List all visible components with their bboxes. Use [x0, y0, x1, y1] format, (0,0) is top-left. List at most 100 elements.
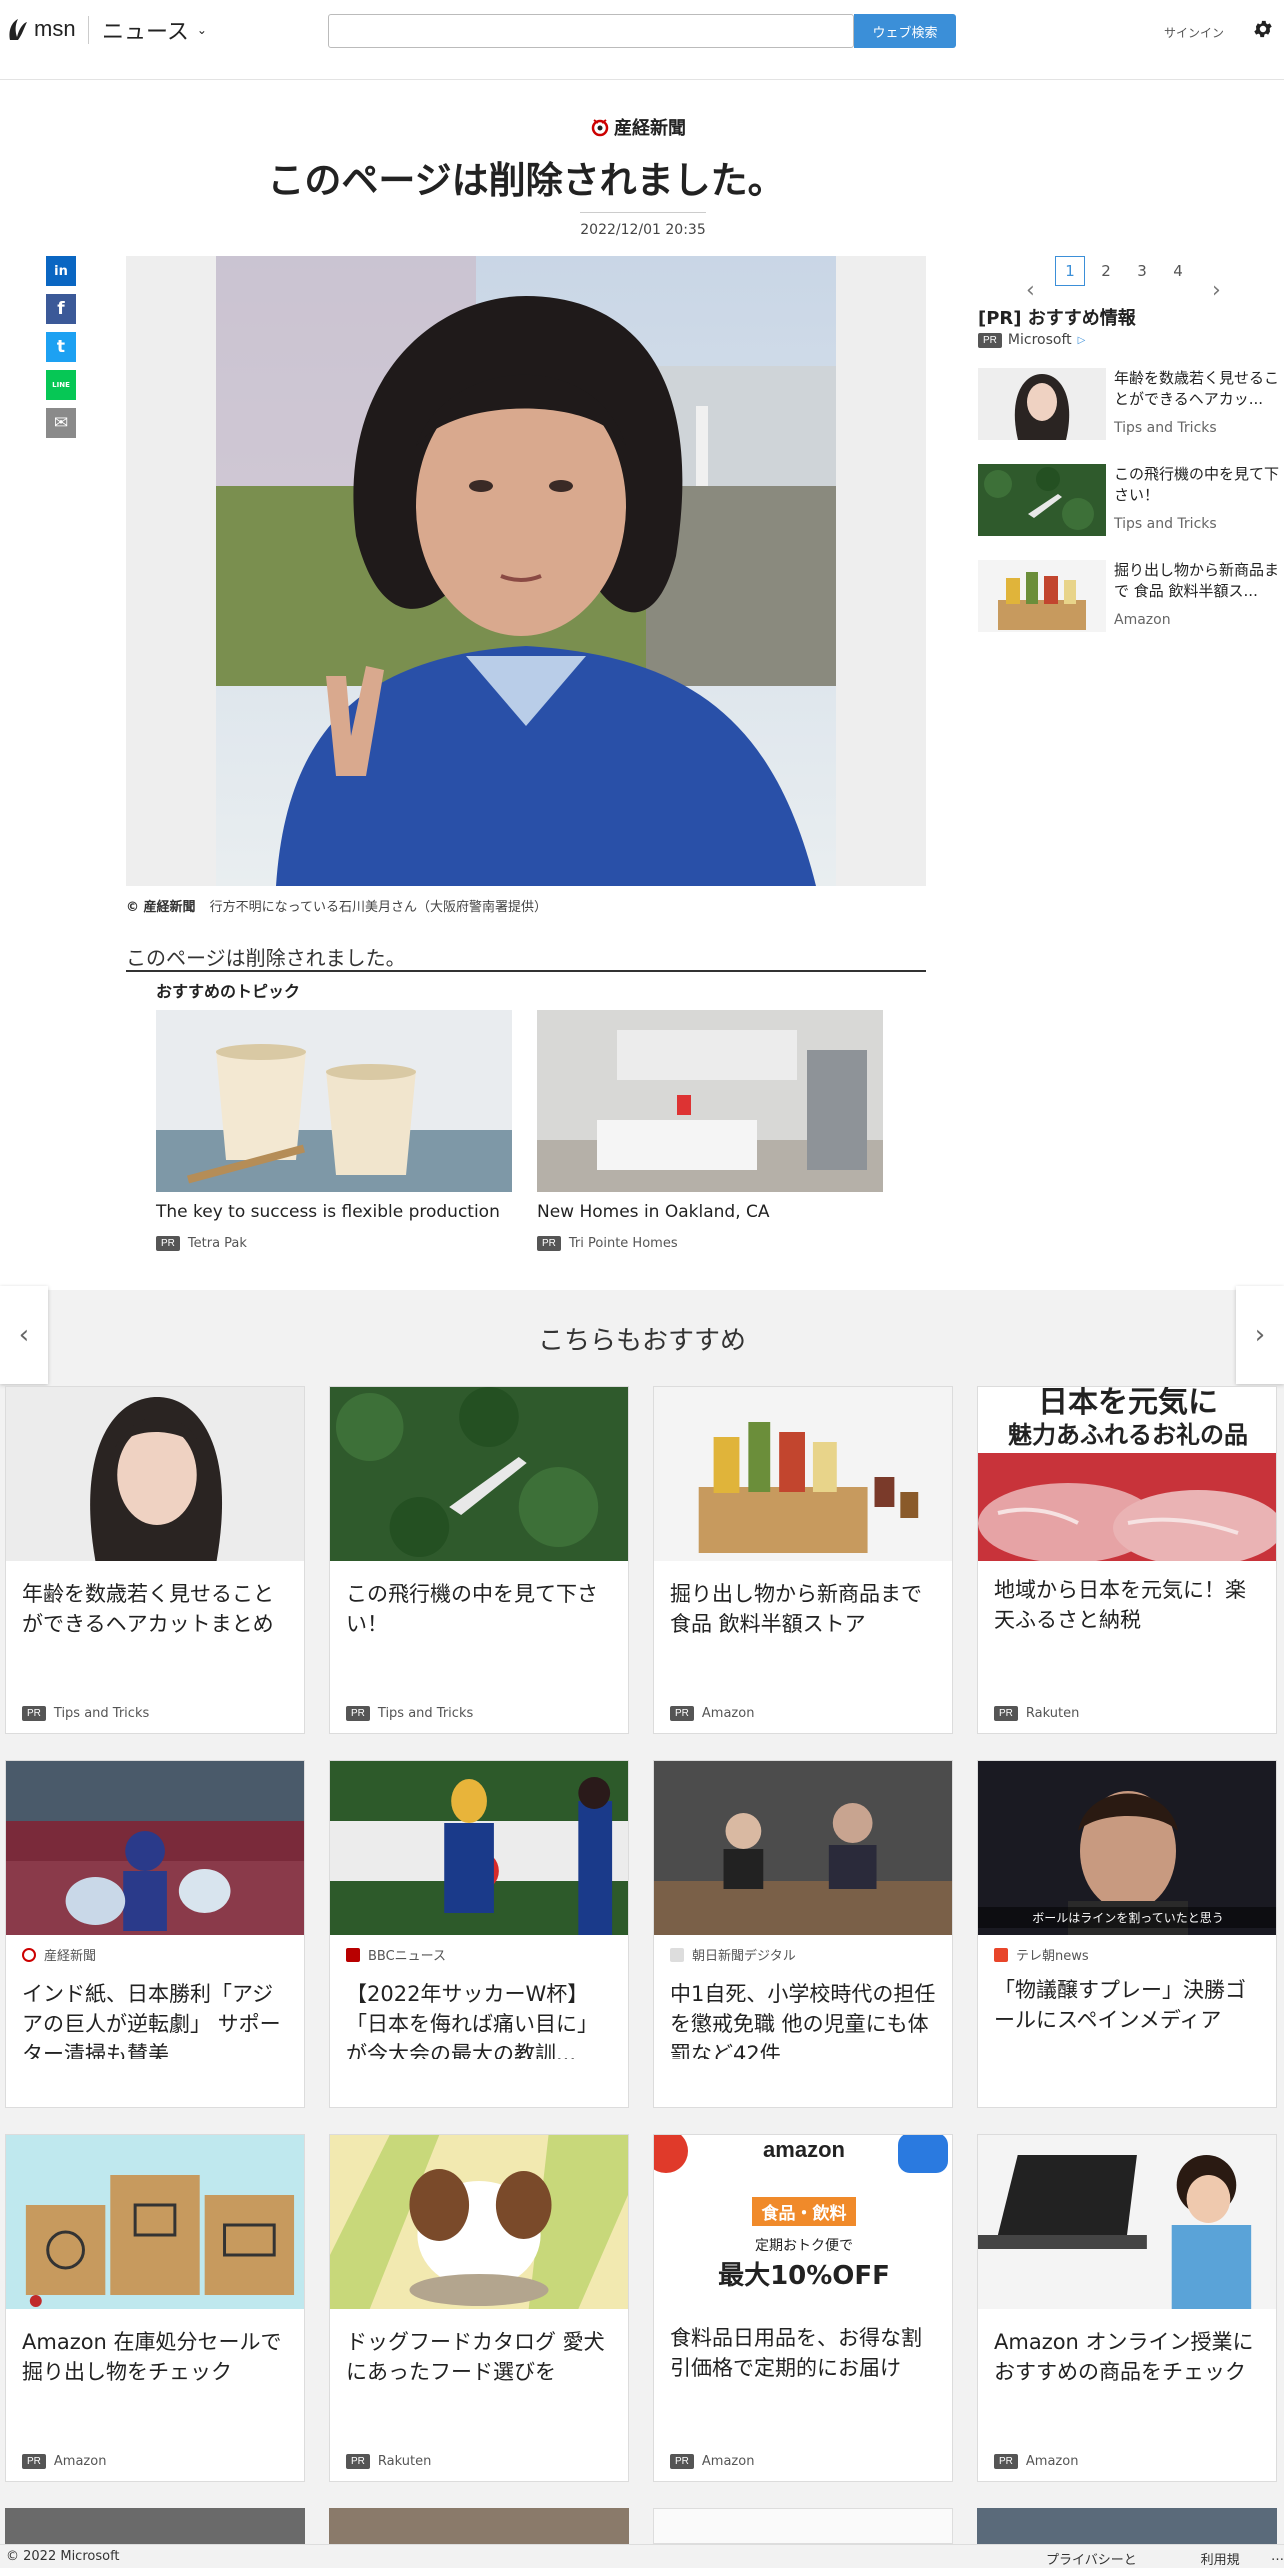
card-advertiser: Amazon [701, 1706, 755, 1721]
section-dropdown[interactable]: ニュース ⌄ [102, 14, 207, 46]
page-2-button[interactable]: 2 [1088, 256, 1124, 286]
mail-share-icon[interactable]: ✉ [46, 408, 76, 438]
card-title[interactable]: 掘り出し物から新商品まで食品 飲料半額ストア [654, 1565, 952, 1685]
card-title[interactable]: Amazon オンライン授業におすすめの商品をチェック [978, 2313, 1276, 2433]
page-1-button[interactable]: 1 [1055, 256, 1085, 286]
twitter-share-icon[interactable]: t [46, 332, 76, 362]
image-caption: © 産経新聞 行方不明になっている石川美月さん（大阪府警南署提供） [126, 896, 547, 915]
topic-image-kitchen [537, 1010, 883, 1192]
promo-source: Tips and Tricks [1114, 420, 1217, 436]
section-label: ニュース [102, 20, 189, 45]
topic-card[interactable]: New Homes in Oakland, CA PR Tri Pointe H… [537, 1010, 883, 1251]
card-publisher: テレ朝news [994, 1945, 1089, 1964]
promo-item[interactable]: 年齢を数歳若く見せることができるヘアカッ... Tips and Tricks [978, 368, 1280, 442]
facebook-share-icon[interactable]: f [46, 294, 76, 324]
promo-item[interactable]: 掘り出し物から新商品まで 食品 飲料半額ス... Amazon [978, 560, 1280, 634]
privacy-link[interactable]: プライバシーと Cookie [1046, 2549, 1181, 2568]
news-card[interactable]: 朝日新聞デジタル 中1自死、小学校時代の担任を懲戒免職 他の児童にも体罰など42… [653, 1760, 953, 2108]
promo-sponsor: PR Microsoft ▷ [978, 332, 1085, 348]
pr-badge: PR [346, 2454, 370, 2469]
chevron-left-icon[interactable]: ‹ [1026, 278, 1035, 303]
ad-category-tag: 食品・飲料 [752, 2197, 856, 2226]
topic-image-smoothie [156, 1010, 512, 1192]
recommendation-card[interactable]: Amazon 在庫処分セールで掘り出し物をチェック PR Amazon [5, 2134, 305, 2482]
banner-subline: 魅力あふれるお礼の品 [1008, 1421, 1248, 1449]
article-title: このページは削除されました。 [267, 159, 785, 202]
recommendation-card[interactable]: Amazon オンライン授業におすすめの商品をチェック PR Amazon [977, 2134, 1277, 2482]
promo-pager: 1 2 3 4 [1052, 256, 1196, 286]
card-image-groceries [654, 1387, 952, 1561]
publisher-name: BBCニュース [368, 1949, 447, 1964]
card-image-amazon-ad: amazon 食品・飲料 定期おトク便で 最大10%OFF [654, 2135, 952, 2309]
promo-title-text[interactable]: この飛行機の中を見て下さい！ [1114, 464, 1280, 506]
card-title[interactable]: 食料品日用品を、お得な割引価格で定期的にお届け [654, 2309, 952, 2429]
chevron-right-icon[interactable]: › [1212, 278, 1221, 303]
card-image-peek[interactable] [653, 2508, 953, 2544]
footer-links: プライバシーと Cookie 利用規約 … [1046, 2549, 1284, 2568]
more-icon[interactable]: … [1271, 2549, 1284, 2568]
recommendation-card[interactable]: 掘り出し物から新商品まで食品 飲料半額ストア PR Amazon [653, 1386, 953, 1734]
topic-card[interactable]: The key to success is flexible productio… [156, 1010, 512, 1251]
card-advertiser: Amazon [1025, 2454, 1079, 2469]
recommended-topics-heading: おすすめのトピック [156, 982, 301, 1001]
card-title[interactable]: 地域から日本を元気に！楽天ふるさと納税 [978, 1561, 1276, 1681]
card-image-peek[interactable] [5, 2508, 305, 2544]
pr-badge: PR [156, 1236, 180, 1251]
search-input[interactable] [328, 14, 854, 48]
promo-title-text[interactable]: 年齢を数歳若く見せることができるヘアカッ... [1114, 368, 1280, 410]
web-search-button[interactable]: ウェブ検索 [854, 14, 956, 48]
publisher-name: 産経新聞 [614, 118, 686, 139]
header-divider [88, 16, 89, 44]
card-advertiser: Tips and Tricks [377, 1706, 474, 1721]
pr-badge: PR [537, 1236, 561, 1251]
news-card[interactable]: 産経新聞 インド紙、日本勝利「アジアの巨人が逆転劇」 サポーター清掃も賛美 [5, 1760, 305, 2108]
portrait-photo [216, 256, 836, 886]
card-image-plane [330, 1387, 628, 1561]
msn-logo[interactable]: msn [6, 16, 76, 42]
card-title[interactable]: この飛行機の中を見て下さい！ [330, 1565, 628, 1685]
promo-item[interactable]: この飛行機の中を見て下さい！ Tips and Tricks [978, 464, 1280, 538]
terms-link[interactable]: 利用規約 [1201, 2549, 1251, 2568]
promo-image-groceries [978, 560, 1106, 632]
promo-source: Tips and Tricks [1114, 516, 1217, 532]
ad-discount: 最大10%OFF [718, 2261, 890, 2291]
news-card[interactable]: ボールはラインを割っていたと思う テレ朝news 「物議醸すプレー」決勝ゴールに… [977, 1760, 1277, 2108]
article-image[interactable] [126, 256, 926, 886]
topic-source: PR Tri Pointe Homes [537, 1236, 678, 1251]
card-image-peek[interactable] [977, 2508, 1277, 2544]
recommendation-card[interactable]: この飛行機の中を見て下さい！ PR Tips and Tricks [329, 1386, 629, 1734]
card-source: PR Amazon [670, 2454, 754, 2469]
card-image-peek[interactable] [329, 2508, 629, 2544]
date-divider [580, 212, 706, 213]
card-title[interactable]: Amazon 在庫処分セールで掘り出し物をチェック [6, 2313, 304, 2433]
card-source: PR Amazon [670, 1706, 754, 1721]
card-image-press-conference [654, 1761, 952, 1935]
topic-title[interactable]: New Homes in Oakland, CA [537, 1202, 883, 1222]
news-card[interactable]: BBCニュース 【2022年サッカーW杯】「日本を侮れば痛い目に」が今大会の最大… [329, 1760, 629, 2108]
gear-icon[interactable] [1252, 18, 1274, 40]
msn-wordmark: msn [34, 16, 76, 41]
adchoices-icon[interactable]: ▷ [1078, 335, 1086, 346]
publisher-logo[interactable]: 産経新聞 [590, 114, 686, 140]
promo-image-plane [978, 464, 1106, 536]
pr-badge: PR [978, 332, 1002, 348]
recommendation-card[interactable]: 日本を元気に 魅力あふれるお礼の品 地域から日本を元気に！楽天ふるさと納税 PR… [977, 1386, 1277, 1734]
pr-badge: PR [670, 2454, 694, 2469]
recommendation-card[interactable]: amazon 食品・飲料 定期おトク便で 最大10%OFF 食料品日用品を、お得… [653, 2134, 953, 2482]
recommendation-card[interactable]: ドッグフードカタログ 愛犬にあったフード選びを PR Rakuten [329, 2134, 629, 2482]
card-title[interactable]: ドッグフードカタログ 愛犬にあったフード選びを [330, 2313, 628, 2433]
promo-title: [PR] おすすめ情報 [978, 308, 1136, 329]
card-title[interactable]: 年齢を数歳若く見せることができるヘアカットまとめ [6, 1565, 304, 1685]
page-4-button[interactable]: 4 [1160, 256, 1196, 286]
page-3-button[interactable]: 3 [1124, 256, 1160, 286]
topic-title[interactable]: The key to success is flexible productio… [156, 1202, 512, 1222]
linkedin-share-icon[interactable]: in [46, 256, 76, 286]
recommendation-card[interactable]: 年齢を数歳若く見せることができるヘアカットまとめ PR Tips and Tric… [5, 1386, 305, 1734]
card-image-boxes [6, 2135, 304, 2309]
top-header: msn ニュース ⌄ ウェブ検索 サインイン [0, 0, 1284, 80]
line-share-icon[interactable]: LINE [46, 370, 76, 400]
pr-badge: PR [994, 1706, 1018, 1721]
card-image-japan-players [330, 1761, 628, 1935]
promo-title-text[interactable]: 掘り出し物から新商品まで 食品 飲料半額ス... [1114, 560, 1280, 602]
signin-link[interactable]: サインイン [1164, 24, 1224, 41]
